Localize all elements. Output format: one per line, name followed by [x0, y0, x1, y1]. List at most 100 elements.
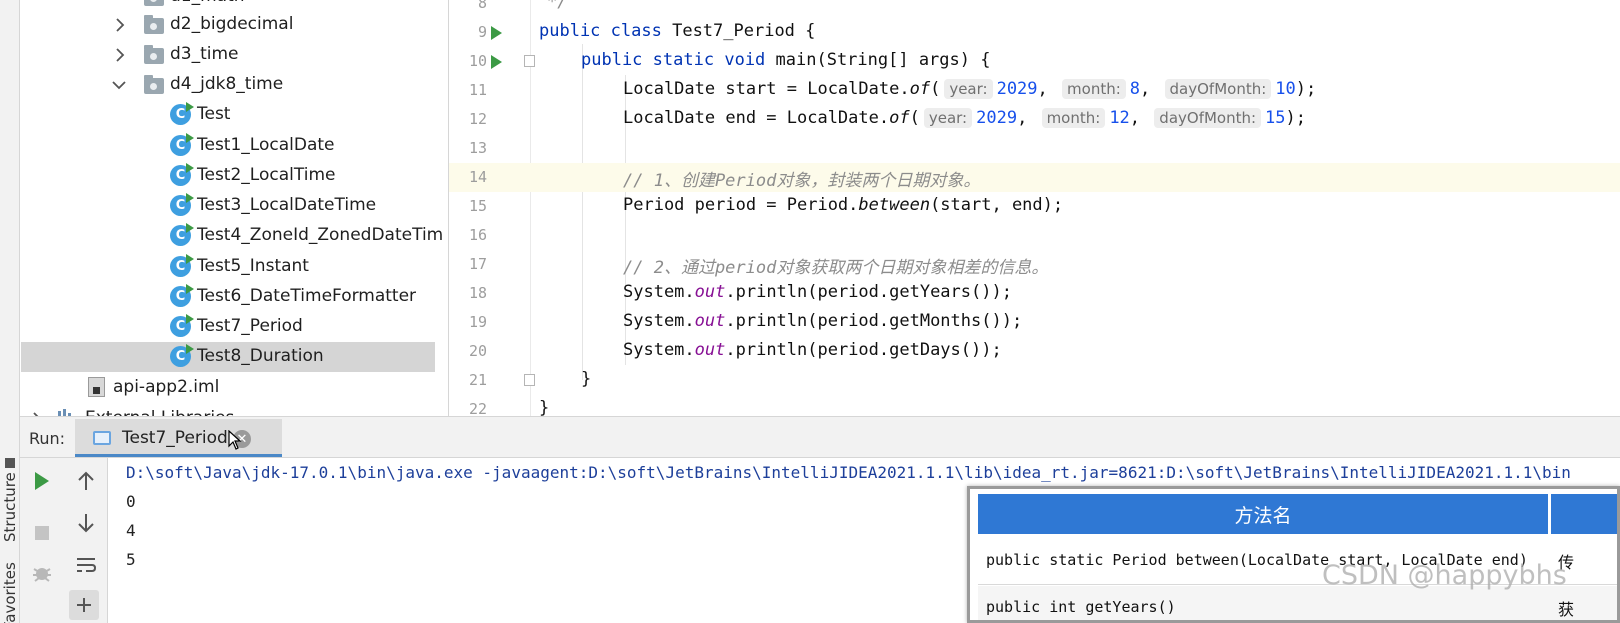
table-cell-method: public int getYears()	[986, 598, 1176, 616]
folder-icon	[144, 45, 164, 64]
code-text: }	[539, 398, 550, 418]
tree-item-iml-file[interactable]: api-app2.iml	[21, 373, 435, 403]
static-field: out	[694, 311, 726, 331]
tree-item-label: d4_jdk8_time	[170, 74, 284, 94]
java-class-icon: C	[170, 102, 194, 125]
line-number: 13	[468, 139, 487, 157]
code-token: Test7_Period {	[661, 21, 816, 41]
module-file-icon	[88, 377, 105, 397]
code-text: public static void main(String[] args) {	[581, 50, 990, 70]
console-output-line: 5	[126, 550, 136, 569]
chevron-right-icon[interactable]	[113, 48, 127, 62]
code-line-19: 19 System.out.println(period.getMonths()…	[449, 308, 1620, 337]
code-token: System.	[623, 311, 695, 331]
code-token: .println(period.getMonths());	[725, 311, 1023, 331]
tree-item-d3-time[interactable]: d3_time	[21, 40, 435, 70]
structure-tool-tab[interactable]: Structure	[0, 446, 20, 542]
chevron-right-icon[interactable]	[113, 18, 127, 32]
table-header-method-name: 方法名	[978, 494, 1548, 534]
code-token: Period period = Period.	[623, 195, 859, 215]
fold-marker-icon[interactable]	[524, 374, 535, 386]
line-number: 8	[477, 0, 487, 12]
tree-item-class-test7[interactable]: C Test7_Period	[21, 312, 435, 342]
tree-item-label: d1_math	[170, 0, 245, 6]
keyword: class	[610, 21, 662, 41]
tree-item-d2-bigdecimal[interactable]: d2_bigdecimal	[21, 10, 435, 40]
code-token: (	[909, 108, 920, 128]
keyword: void	[724, 50, 766, 70]
code-text: LocalDate start = LocalDate.of(year: 2029…	[623, 79, 1316, 99]
param-hint: dayOfMonth:	[1154, 108, 1262, 128]
number-literal: 8	[1129, 79, 1141, 99]
fold-marker-icon[interactable]	[524, 55, 535, 67]
tree-item-class-test6[interactable]: C Test6_DateTimeFormatter	[21, 282, 435, 312]
folder-icon	[144, 15, 164, 34]
run-tab-label: Test7_Period	[122, 428, 228, 448]
table-header-description	[1551, 494, 1617, 534]
java-class-icon: C	[170, 284, 194, 307]
code-token: (	[930, 79, 941, 99]
code-editor[interactable]: 8 */ 9 public class Test7_Period { 10 pu…	[448, 0, 1620, 428]
table-cell-description: 获	[1558, 600, 1575, 619]
code-line-17: 17 // 2、通过period对象获取两个日期对象相差的信息。	[449, 250, 1620, 279]
comment-text: // 2、通过period对象获取两个日期对象相差的信息。	[623, 258, 1049, 278]
tree-item-class-test2[interactable]: C Test2_LocalTime	[21, 161, 435, 191]
code-token: of	[889, 108, 910, 128]
code-token: main(String[] args) {	[765, 50, 991, 70]
java-class-icon: C	[170, 133, 194, 156]
tree-item-label: Test7_Period	[197, 316, 303, 336]
folder-icon	[144, 0, 164, 6]
method-reference-table: 方法名 public static Period between(LocalDa…	[967, 486, 1620, 623]
run-config-icon	[93, 431, 111, 445]
run-gutter-icon[interactable]	[491, 55, 502, 69]
pin-tab-button[interactable]	[69, 590, 99, 620]
tree-item-class-test[interactable]: C Test	[21, 100, 435, 130]
code-line-11: 11 LocalDate start = LocalDate.of(year: 2…	[449, 76, 1620, 105]
code-token: LocalDate start = LocalDate.	[623, 79, 910, 99]
param-hint: month:	[1062, 79, 1126, 99]
tree-item-class-test5[interactable]: C Test5_Instant	[21, 252, 435, 282]
tree-item-class-test4[interactable]: C Test4_ZoneId_ZonedDateTim	[21, 221, 443, 251]
tree-item-label: Test1_LocalDate	[197, 135, 335, 155]
tree-item-class-test3[interactable]: C Test3_LocalDateTime	[21, 191, 435, 221]
left-tool-strip: Structure Favorites	[0, 0, 20, 623]
scroll-up-button[interactable]	[71, 466, 101, 496]
code-line-21: 21 }	[449, 366, 1620, 395]
run-tab[interactable]: Test7_Period ✕	[75, 419, 282, 457]
code-line-8: 8 */	[449, 0, 1620, 18]
tree-item-label: Test	[197, 104, 231, 124]
java-class-icon: C	[170, 163, 194, 186]
table-row: public int getYears() 获	[978, 586, 1617, 620]
tree-item-label: Test3_LocalDateTime	[197, 195, 377, 215]
code-line-12: 12 LocalDate end = LocalDate.of(year: 202…	[449, 105, 1620, 134]
stop-button[interactable]	[27, 518, 57, 548]
tree-item-d4-jdk8-time[interactable]: d4_jdk8_time	[21, 70, 435, 100]
number-literal: 2029	[996, 79, 1038, 99]
code-token: LocalDate end = LocalDate.	[623, 108, 890, 128]
code-token: between	[858, 195, 931, 215]
rerun-button[interactable]	[27, 466, 57, 496]
project-tree: d1_math d2_bigdecimal d3_time d4_jdk8_ti…	[21, 0, 448, 428]
param-hint: year:	[923, 108, 973, 128]
structure-tab-label: Structure	[1, 472, 19, 542]
tree-item-class-test1[interactable]: C Test1_LocalDate	[21, 131, 435, 161]
number-literal: 10	[1275, 79, 1296, 99]
scroll-down-button[interactable]	[71, 508, 101, 538]
tree-item-class-test8[interactable]: C Test8_Duration	[21, 342, 435, 372]
comment-text: // 1、创建Period对象，封装两个日期对象。	[623, 171, 981, 191]
soft-wrap-button[interactable]	[71, 550, 101, 580]
run-gutter-icon[interactable]	[491, 26, 502, 40]
number-literal: 2029	[976, 108, 1018, 128]
param-hint: month:	[1041, 108, 1106, 128]
favorites-tool-tab[interactable]: Favorites	[0, 562, 20, 623]
line-number: 9	[477, 23, 487, 41]
keyword: static	[652, 50, 715, 70]
code-line-13: 13	[449, 134, 1620, 163]
structure-icon	[5, 458, 15, 469]
chevron-down-icon[interactable]	[112, 78, 126, 92]
debug-button[interactable]	[27, 558, 57, 588]
tree-item-label: Test6_DateTimeFormatter	[197, 286, 417, 306]
favorites-tab-label: Favorites	[1, 562, 19, 623]
code-text: */	[547, 0, 568, 12]
param-hint: dayOfMonth:	[1164, 79, 1272, 99]
